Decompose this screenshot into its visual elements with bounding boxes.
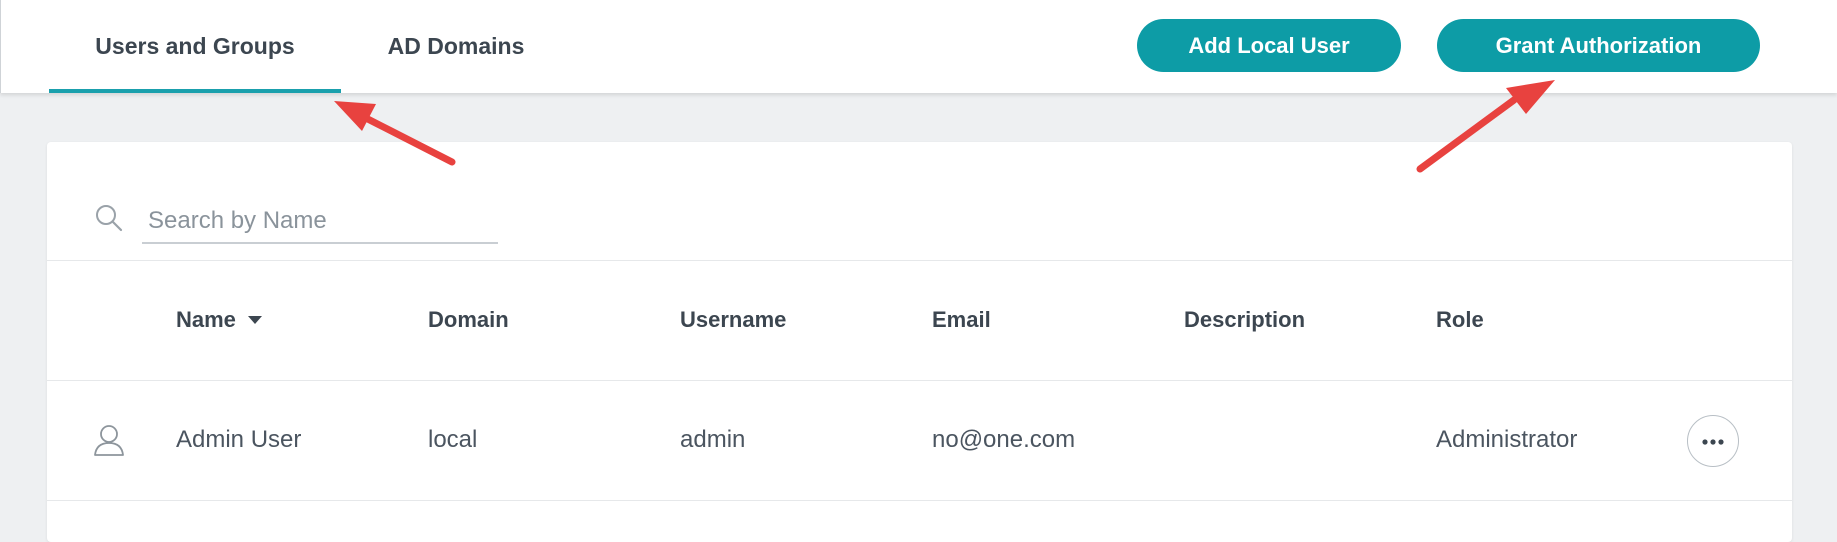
tab-label: AD Domains <box>387 33 525 59</box>
column-header-role[interactable]: Role <box>1436 260 1484 380</box>
cell-name: Admin User <box>176 426 302 453</box>
column-header-name[interactable]: Name <box>176 260 262 380</box>
top-toolbar: Users and Groups AD Domains Add Local Us… <box>0 0 1837 93</box>
active-tab-underline <box>49 89 341 93</box>
column-header-email[interactable]: Email <box>932 260 991 380</box>
user-icon <box>92 422 126 463</box>
search-bar <box>47 142 1792 261</box>
search-input[interactable] <box>142 200 498 244</box>
column-header-description[interactable]: Description <box>1184 260 1305 380</box>
grant-authorization-button[interactable]: Grant Authorization <box>1437 19 1760 72</box>
cell-role: Administrator <box>1436 426 1578 453</box>
more-options-button[interactable] <box>1687 415 1739 467</box>
cell-username: admin <box>680 426 746 453</box>
table-row[interactable]: Admin User local admin no@one.com Admini… <box>47 380 1792 501</box>
more-options-icon <box>1702 432 1724 450</box>
users-panel: Name Domain Username Email Description R… <box>47 142 1792 542</box>
sort-caret-down-icon <box>247 316 262 324</box>
tab-label: Users and Groups <box>95 33 295 59</box>
tab-ad-domains[interactable]: AD Domains <box>373 0 539 93</box>
cell-domain: local <box>428 426 478 453</box>
search-icon <box>95 204 123 237</box>
tab-users-and-groups[interactable]: Users and Groups <box>49 0 341 93</box>
table-header: Name Domain Username Email Description R… <box>47 260 1792 381</box>
cell-email: no@one.com <box>932 426 1076 453</box>
column-header-domain[interactable]: Domain <box>428 260 509 380</box>
add-local-user-button[interactable]: Add Local User <box>1137 19 1401 72</box>
column-header-username[interactable]: Username <box>680 260 786 380</box>
